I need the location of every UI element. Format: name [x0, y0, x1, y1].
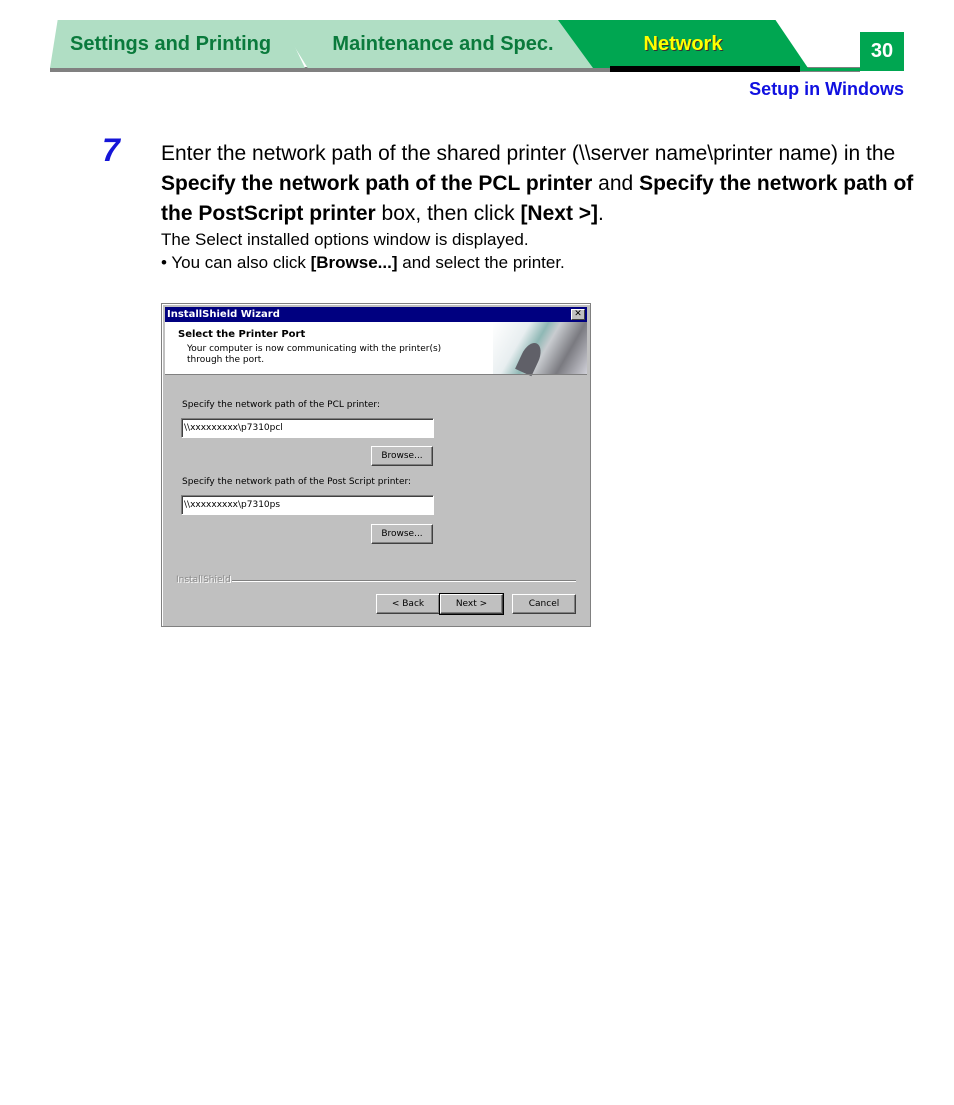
- tab-settings-and-printing[interactable]: Settings and Printing: [50, 20, 305, 68]
- section-title: Setup in Windows: [749, 79, 904, 99]
- dialog-header-title: Select the Printer Port: [178, 329, 306, 340]
- dialog-titlebar: InstallShield Wizard ✕: [165, 307, 587, 322]
- active-tab-underline: [610, 66, 800, 72]
- instruction-bold: [Next >]: [520, 202, 599, 225]
- tab-maintenance-and-spec[interactable]: Maintenance and Spec.: [278, 20, 608, 68]
- dialog-header: Select the Printer Port Your computer is…: [165, 322, 587, 374]
- tab-label: Maintenance and Spec.: [332, 32, 554, 55]
- pcl-path-label: Specify the network path of the PCL prin…: [182, 400, 380, 410]
- back-button[interactable]: < Back: [376, 594, 440, 614]
- step-instruction: Enter the network path of the shared pri…: [161, 139, 921, 229]
- note-bold: [Browse...]: [310, 253, 398, 272]
- ps-path-label: Specify the network path of the Post Scr…: [182, 477, 412, 487]
- next-button[interactable]: Next >: [439, 593, 504, 615]
- pcl-path-input[interactable]: \\xxxxxxxxx\p7310pcl: [181, 418, 434, 438]
- page-number: 30: [860, 32, 904, 70]
- close-icon[interactable]: ✕: [571, 309, 585, 320]
- tab-label: Network: [643, 32, 723, 55]
- note-text: • You can also click: [161, 253, 311, 272]
- instruction-bold: Specify the network path of the PCL prin…: [161, 172, 593, 195]
- browse-pcl-button[interactable]: Browse...: [371, 446, 433, 466]
- installshield-dialog: InstallShield Wizard ✕ Select the Printe…: [161, 303, 591, 627]
- step-result: The Select installed options window is d…: [161, 230, 529, 249]
- ps-path-input[interactable]: \\xxxxxxxxx\p7310ps: [181, 495, 434, 515]
- browse-ps-button[interactable]: Browse...: [371, 524, 433, 544]
- wizard-graphic-icon: [493, 322, 587, 374]
- instruction-text: box, then click: [375, 202, 521, 225]
- step-note: • You can also click [Browse...] and sel…: [161, 251, 565, 275]
- instruction-text: and: [592, 172, 640, 195]
- installshield-brand: InstallShield: [176, 575, 231, 585]
- tab-network[interactable]: Network: [558, 20, 808, 68]
- step-number: 7: [102, 132, 120, 168]
- dialog-title: InstallShield Wizard: [167, 309, 280, 320]
- chapter-nav: Settings and Printing Maintenance and Sp…: [50, 20, 910, 72]
- note-text: and select the printer.: [397, 253, 565, 272]
- tab-label: Settings and Printing: [70, 32, 272, 55]
- header-divider: [165, 374, 587, 375]
- dialog-header-description: Your computer is now communicating with …: [187, 344, 442, 365]
- instruction-text: Enter the network path of the shared pri…: [161, 142, 896, 165]
- brand-divider: [232, 580, 576, 582]
- cancel-button[interactable]: Cancel: [512, 594, 576, 614]
- instruction-text: .: [598, 202, 604, 225]
